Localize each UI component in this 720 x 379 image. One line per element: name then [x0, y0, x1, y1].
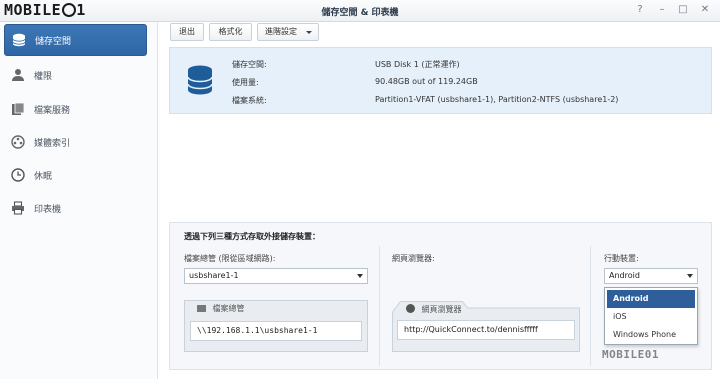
column-divider [379, 246, 380, 366]
sidebar-item-file-services[interactable]: 檔案服務 [4, 93, 147, 125]
sidebar-item-hibernation[interactable]: 休眠 [4, 159, 147, 191]
chevron-down-icon [357, 274, 363, 278]
mobile-device-select[interactable]: Android [604, 268, 698, 284]
share-select[interactable]: usbshare1-1 [184, 268, 368, 284]
sidebar-item-storage[interactable]: 儲存空間 [4, 24, 147, 56]
folder-icon [197, 305, 206, 312]
usage-value: 90.48GB out of 119.24GB [375, 77, 478, 86]
mobile-device-select-value: Android [609, 271, 640, 280]
dropdown-option-android[interactable]: Android [607, 290, 695, 308]
sidebar-item-label: 儲存空間 [35, 36, 72, 47]
sidebar-item-permissions[interactable]: 權限 [4, 59, 147, 91]
chevron-down-icon [687, 274, 693, 278]
window-titlebar: MOBILE 1 儲存空間 & 印表機 ? – □ ✕ [0, 0, 720, 22]
network-path-field[interactable]: \\192.168.1.1\usbshare1-1 [190, 321, 362, 341]
web-browser-card-title: 網頁瀏覽器 [421, 305, 462, 314]
storage-space-value: USB Disk 1 (正常運作) [375, 60, 460, 69]
sidebar-item-label: 檔案服務 [34, 105, 71, 116]
file-service-icon [10, 101, 26, 117]
sidebar-item-label: 媒體索引 [34, 138, 71, 149]
storage-info-panel: 儲存空間: USB Disk 1 (正常運作) 使用量: 90.48GB out… [169, 47, 712, 114]
file-browser-label: 檔案總管 (限從區域網路): [184, 254, 276, 263]
close-icon[interactable]: ✕ [699, 4, 711, 16]
advanced-settings-button[interactable]: 進階設定 [257, 23, 319, 41]
sidebar-item-printer[interactable]: 印表機 [4, 192, 147, 224]
dropdown-option-ios[interactable]: iOS [607, 308, 695, 326]
media-icon [10, 134, 26, 150]
user-icon [10, 67, 26, 83]
advanced-settings-label: 進階設定 [265, 27, 297, 36]
eject-button[interactable]: 退出 [170, 23, 204, 41]
sidebar-item-label: 休眠 [34, 171, 53, 182]
dropdown-option-windows-phone[interactable]: Windows Phone [607, 326, 695, 344]
file-browser-card: 檔案總管 \\192.168.1.1\usbshare1-1 [184, 300, 368, 352]
format-button[interactable]: 格式化 [209, 23, 252, 41]
database-icon [11, 32, 27, 48]
web-browser-card-header: 網頁瀏覽器 [392, 302, 580, 318]
window-title: 儲存空間 & 印表機 [321, 8, 399, 18]
clock-icon [10, 167, 26, 183]
globe-icon [406, 304, 415, 313]
file-browser-card-title: 檔案總管 [212, 304, 245, 313]
maximize-icon[interactable]: □ [677, 4, 689, 16]
usage-label: 使用量: [232, 78, 259, 87]
file-system-label: 檔案系統: [232, 96, 267, 105]
file-system-value: Partition1-VFAT (usbshare1-1), Partition… [375, 95, 619, 104]
share-select-value: usbshare1-1 [189, 271, 239, 280]
mobile-device-dropdown: Android iOS Windows Phone [604, 287, 698, 345]
database-icon [186, 65, 214, 98]
file-browser-card-header: 檔案總管 [185, 301, 367, 317]
help-icon[interactable]: ? [634, 4, 646, 16]
web-browser-label: 網頁瀏覽器: [392, 254, 435, 263]
sidebar: 儲存空間 權限 檔案服務 媒體索引 休眠 印表機 [0, 22, 158, 379]
quickconnect-url-field[interactable]: http://QuickConnect.to/dennisfffff [397, 320, 575, 340]
column-divider [590, 246, 591, 366]
sidebar-item-media-index[interactable]: 媒體索引 [4, 126, 147, 158]
chevron-down-icon [306, 31, 312, 34]
access-methods-title: 透過下列三種方式存取外接儲存裝置： [184, 232, 320, 241]
mobile-device-label: 行動裝置: [604, 254, 639, 263]
storage-space-label: 儲存空間: [232, 60, 267, 69]
sidebar-item-label: 權限 [34, 71, 53, 82]
web-browser-card: 網頁瀏覽器 http://QuickConnect.to/dennisfffff [392, 300, 580, 352]
minimize-icon[interactable]: – [656, 4, 668, 16]
watermark-logo: MOBILE01 [602, 348, 659, 361]
sidebar-item-label: 印表機 [34, 204, 62, 215]
printer-icon [10, 200, 26, 216]
